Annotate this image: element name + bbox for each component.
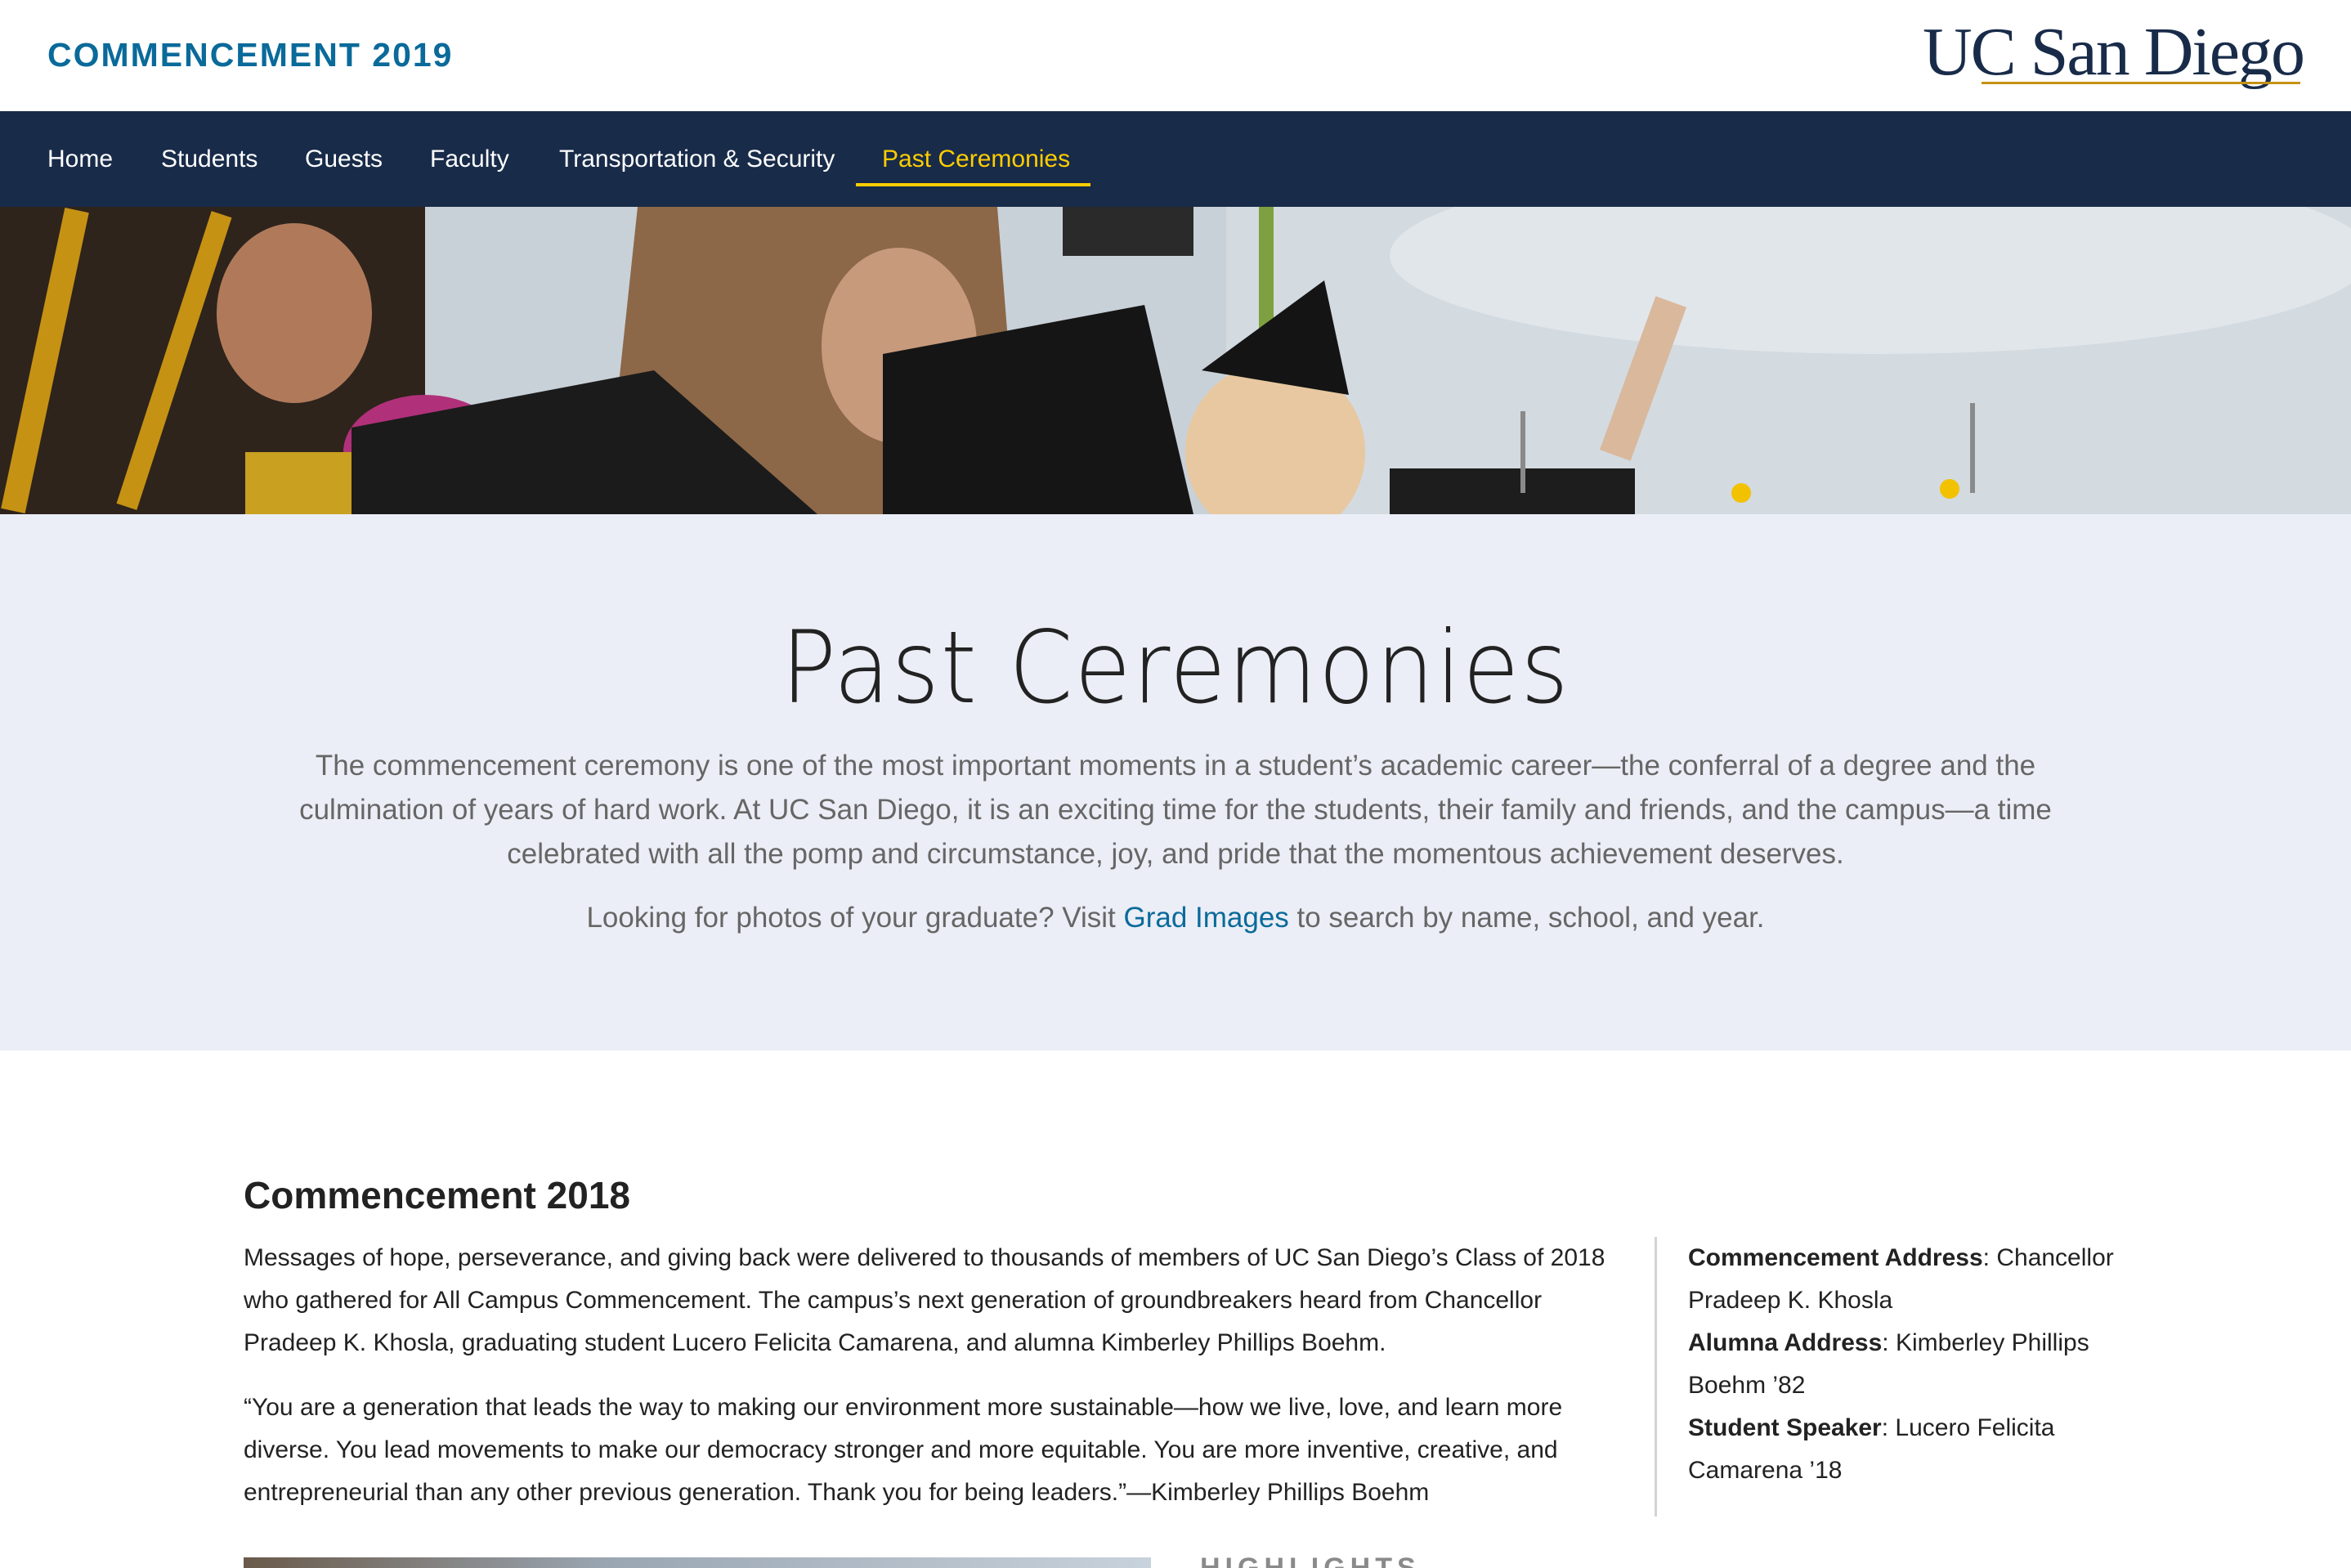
- grad-images-link[interactable]: Grad Images: [1123, 902, 1288, 934]
- nav-item-past-ceremonies[interactable]: Past Ceremonies: [882, 111, 1070, 207]
- grad-images-line: Looking for photos of your graduate? Vis…: [0, 902, 2351, 934]
- hero-photo-graduates: [0, 207, 2351, 514]
- section-title-2018: Commencement 2018: [244, 1174, 630, 1216]
- paragraph-2018-summary: Messages of hope, perseverance, and givi…: [244, 1244, 1605, 1356]
- nav-active-indicator: [856, 183, 1090, 186]
- grad-images-prefix: Looking for photos of your graduate? Vis…: [586, 902, 1124, 934]
- column-divider: [1655, 1237, 1657, 1516]
- nav-item-guests[interactable]: Guests: [305, 111, 383, 207]
- nav-item-home[interactable]: Home: [47, 111, 113, 207]
- site-header: COMMENCEMENT 2019 UC San Diego: [0, 0, 2351, 111]
- main-nav: Home Students Guests Faculty Transportat…: [0, 111, 2351, 207]
- nav-item-students[interactable]: Students: [161, 111, 257, 207]
- grad-images-suffix: to search by name, school, and year.: [1288, 902, 1765, 934]
- intro-description: The commencement ceremony is one of the …: [299, 750, 2052, 870]
- site-title[interactable]: COMMENCEMENT 2019: [47, 36, 453, 74]
- nav-item-transportation-security[interactable]: Transportation & Security: [559, 111, 835, 207]
- speaker-label: Student Speaker: [1688, 1414, 1882, 1441]
- logo-underline: [1982, 82, 2300, 84]
- nav-item-faculty[interactable]: Faculty: [430, 111, 509, 207]
- hero-illustration: [0, 207, 2351, 514]
- speakers-sidebar: Commencement Address: Chancellor Pradeep…: [1688, 1237, 2146, 1492]
- commencement-2018-photo[interactable]: [244, 1557, 1151, 1568]
- uc-san-diego-logo[interactable]: UC San Diego: [1923, 18, 2305, 87]
- paragraph-2018-quote: “You are a generation that leads the way…: [244, 1394, 1563, 1506]
- speaker-alumna-address: Alumna Address: Kimberley Phillips Boehm…: [1688, 1322, 2146, 1407]
- page-title: Past Ceremonies: [781, 610, 1570, 726]
- speaker-label: Alumna Address: [1688, 1329, 1883, 1356]
- speaker-student-speaker: Student Speaker: Lucero Felicita Camaren…: [1688, 1407, 2146, 1492]
- speaker-label: Commencement Address: [1688, 1244, 1983, 1271]
- speaker-commencement-address: Commencement Address: Chancellor Pradeep…: [1688, 1237, 2146, 1322]
- highlights-heading: HIGHLIGHTS: [1200, 1552, 1421, 1568]
